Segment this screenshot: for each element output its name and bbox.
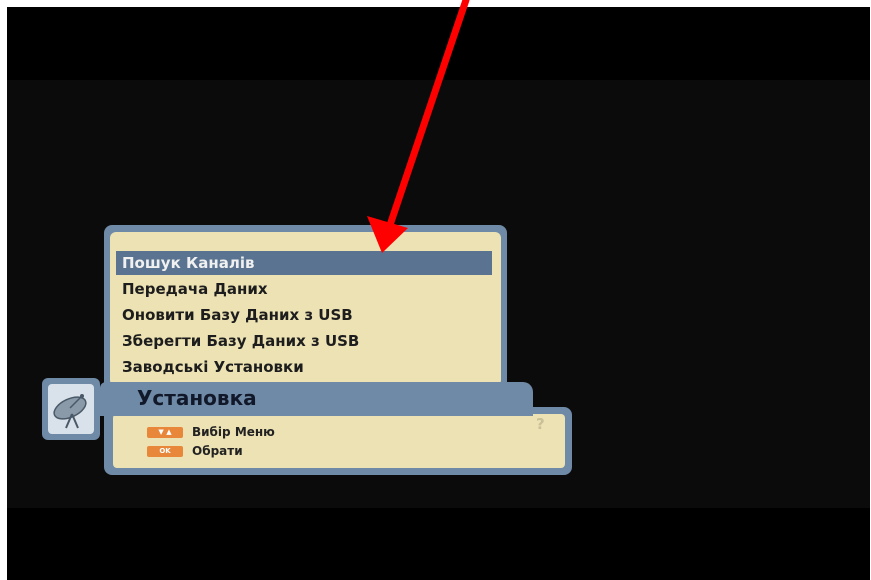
annotation-arrow-icon bbox=[367, 0, 470, 253]
